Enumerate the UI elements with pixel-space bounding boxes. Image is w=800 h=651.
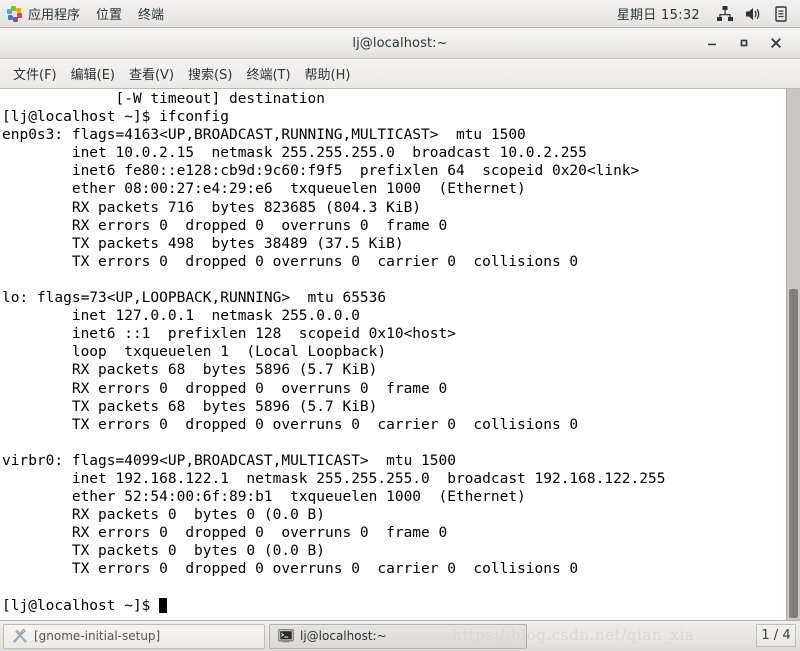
- taskbar: [gnome-initial-setup] lj@localhost:~: [0, 620, 800, 651]
- terminal-line: inet 192.168.122.1 netmask 255.255.255.0…: [2, 470, 666, 487]
- terminal-line: RX errors 0 dropped 0 overruns 0 frame 0: [2, 217, 448, 234]
- terminal-line: RX errors 0 dropped 0 overruns 0 frame 0: [2, 525, 448, 542]
- taskbar-item-label: lj@localhost:~: [300, 629, 387, 643]
- menu-help[interactable]: 帮助(H): [298, 61, 358, 86]
- terminal-line: inet 127.0.0.1 netmask 255.0.0.0: [2, 308, 360, 325]
- clipboard-icon[interactable]: [772, 5, 790, 23]
- places-menu[interactable]: 位置: [88, 0, 130, 28]
- terminal-cursor: [159, 597, 168, 613]
- terminal-line: ether 52:54:00:6f:89:b1 txqueuelen 1000 …: [2, 489, 526, 506]
- taskbar-item-terminal[interactable]: lj@localhost:~: [269, 623, 527, 649]
- terminal-menu-label: 终端: [138, 8, 165, 23]
- terminal-icon: [278, 629, 294, 643]
- window-controls: [702, 28, 794, 58]
- maximize-button[interactable]: [734, 33, 754, 53]
- volume-icon-svg: [746, 7, 760, 20]
- terminal-menu[interactable]: 终端: [130, 0, 172, 28]
- menu-file[interactable]: 文件(F): [6, 61, 64, 86]
- terminal-line: TX packets 68 bytes 5896 (5.7 KiB): [2, 398, 378, 415]
- terminal-scrollbar[interactable]: [786, 89, 800, 620]
- terminal-line: RX packets 0 bytes 0 (0.0 B): [2, 507, 326, 524]
- terminal-line: inet6 fe80::e128:cb9d:9c60:f9f5 prefixle…: [2, 163, 640, 180]
- terminal-line: lo: flags=73<UP,LOOPBACK,RUNNING> mtu 65…: [2, 290, 387, 307]
- terminal-prompt: [lj@localhost ~]$: [2, 597, 160, 614]
- window-title: lj@localhost:~: [352, 35, 448, 51]
- menu-terminal[interactable]: 终端(T): [239, 61, 297, 86]
- terminal-prompt-line[interactable]: [lj@localhost ~]$: [2, 597, 776, 615]
- network-icon[interactable]: [716, 5, 734, 23]
- terminal-line: RX packets 716 bytes 823685 (804.3 KiB): [2, 199, 422, 216]
- minimize-button[interactable]: [702, 33, 722, 53]
- workspace-switcher[interactable]: 1 / 4: [756, 624, 796, 647]
- applications-menu[interactable]: 应用程序: [0, 0, 88, 28]
- workspace-indicator-label: 1 / 4: [761, 628, 791, 643]
- terminal-line: RX errors 0 dropped 0 overruns 0 frame 0: [2, 380, 448, 397]
- clipboard-icon-svg: [775, 5, 787, 22]
- taskbar-item-gnome-initial-setup[interactable]: [gnome-initial-setup]: [3, 623, 265, 649]
- scrollbar-thumb[interactable]: [789, 289, 798, 618]
- places-menu-label: 位置: [96, 8, 123, 23]
- volume-icon[interactable]: [744, 5, 762, 23]
- terminal-line: loop txqueuelen 1 (Local Loopback): [2, 344, 387, 361]
- taskbar-item-label: [gnome-initial-setup]: [34, 629, 161, 643]
- menu-search[interactable]: 搜索(S): [181, 61, 239, 86]
- terminal-line: inet 10.0.2.15 netmask 255.255.255.0 bro…: [2, 145, 587, 162]
- terminal-line: TX errors 0 dropped 0 overruns 0 carrier…: [2, 253, 579, 270]
- network-icon-svg: [717, 5, 733, 21]
- terminal-line: TX packets 0 bytes 0 (0.0 B): [2, 543, 326, 560]
- terminal-line: ether 08:00:27:e4:29:e6 txqueuelen 1000 …: [2, 181, 526, 198]
- maximize-icon: [740, 39, 748, 47]
- terminal-body[interactable]: [-W timeout] destination [lj@localhost ~]…: [0, 89, 800, 620]
- terminal-line: enp0s3: flags=4163<UP,BROADCAST,RUNNING,…: [2, 127, 526, 144]
- terminal-line: RX packets 68 bytes 5896 (5.7 KiB): [2, 362, 378, 379]
- panel-status-area: 星期日 15:32: [611, 0, 800, 28]
- terminal-output[interactable]: [-W timeout] destination [lj@localhost ~]…: [0, 89, 776, 620]
- close-button[interactable]: [766, 33, 786, 53]
- top-panel: 应用程序 位置 终端 星期日 15:32: [0, 0, 800, 28]
- terminal-line: inet6 ::1 prefixlen 128 scopeid 0x10<hos…: [2, 326, 456, 343]
- gnome-applications-icon: [6, 5, 22, 22]
- window-titlebar[interactable]: lj@localhost:~: [0, 28, 800, 59]
- menu-edit[interactable]: 编辑(E): [64, 61, 122, 86]
- terminal-line: TX packets 498 bytes 38489 (37.5 KiB): [2, 235, 404, 252]
- menu-bar: 文件(F) 编辑(E) 查看(V) 搜索(S) 终端(T) 帮助(H): [0, 59, 800, 89]
- terminal-line: [-W timeout] destination: [2, 91, 326, 107]
- terminal-line: virbr0: flags=4099<UP,BROADCAST,MULTICAS…: [2, 452, 456, 469]
- minimize-icon: [708, 43, 716, 46]
- menu-view[interactable]: 查看(V): [122, 61, 181, 86]
- tools-icon: [13, 628, 27, 643]
- terminal-line: TX errors 0 dropped 0 overruns 0 carrier…: [2, 416, 579, 433]
- applications-menu-label: 应用程序: [28, 8, 81, 23]
- terminal-window: lj@localhost:~ 文件(F) 编辑(E) 查看(V) 搜索(S) 终…: [0, 28, 800, 620]
- terminal-line: [lj@localhost ~]$ ifconfig: [2, 109, 229, 126]
- terminal-line: TX errors 0 dropped 0 overruns 0 carrier…: [2, 561, 579, 578]
- close-icon: [771, 38, 781, 48]
- clock[interactable]: 星期日 15:32: [611, 4, 706, 23]
